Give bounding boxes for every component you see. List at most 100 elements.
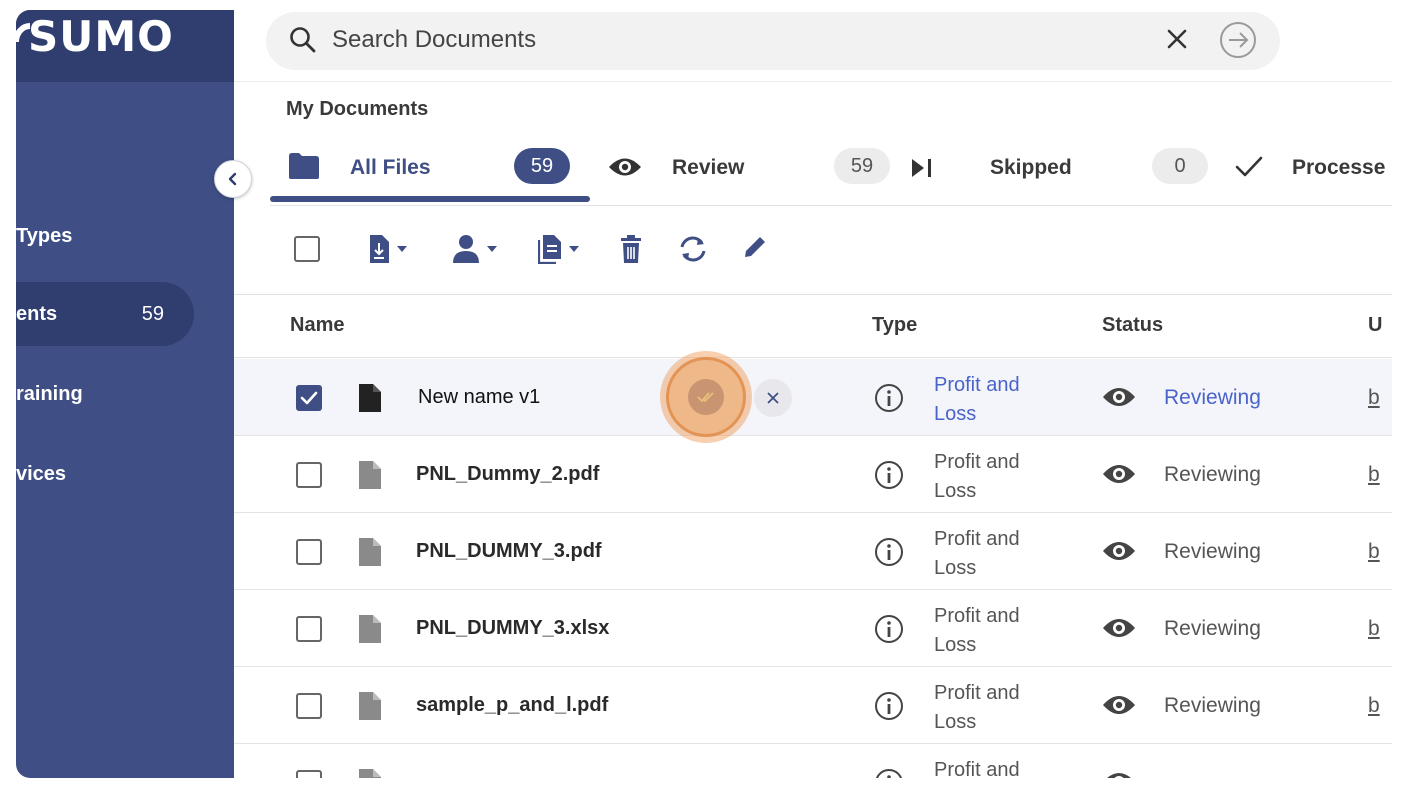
sidebar-item-training[interactable]: raining xyxy=(16,362,194,426)
document-type-menu-button[interactable] xyxy=(538,234,580,264)
document-type: Profit and Loss xyxy=(934,525,1020,583)
tab-label: Skipped xyxy=(990,156,1072,179)
row-checkbox[interactable] xyxy=(296,693,322,719)
eye-icon xyxy=(1103,696,1135,714)
tab-label: Review xyxy=(672,156,745,179)
tab-count-badge: 0 xyxy=(1152,148,1208,184)
sidebar-item-label: vices xyxy=(16,462,67,485)
info-icon[interactable] xyxy=(874,383,904,413)
rename-input[interactable] xyxy=(402,375,650,419)
skip-icon xyxy=(912,159,931,177)
checkbox[interactable] xyxy=(296,462,322,488)
sidebar: SUMO Types ents 59 raining vices xyxy=(16,10,234,778)
info-icon[interactable] xyxy=(874,460,904,490)
column-header-uploader[interactable]: U xyxy=(1368,314,1382,337)
row-checkbox[interactable] xyxy=(296,385,322,411)
info-icon[interactable] xyxy=(874,691,904,721)
eye-icon xyxy=(609,158,641,176)
status-text: Reviewing xyxy=(1164,694,1261,717)
table-row[interactable]: PNL_DUMMY_3.pdf Profit and Loss Reviewin… xyxy=(234,513,1392,590)
uploader-link[interactable]: b xyxy=(1368,540,1380,564)
file-name[interactable]: PNL_Dummy_2.pdf xyxy=(416,463,599,486)
info-icon[interactable] xyxy=(874,768,904,778)
document-type-link[interactable]: Profit and Loss xyxy=(934,371,1020,429)
tab-skipped[interactable]: Skipped 0 xyxy=(898,140,1208,196)
bulk-actions-toolbar xyxy=(292,228,892,272)
eye-icon xyxy=(1103,542,1135,560)
sidebar-item-label: raining xyxy=(16,382,83,405)
tab-processed[interactable]: Processe xyxy=(1206,140,1392,196)
click-highlight xyxy=(666,357,746,437)
uploader-link[interactable]: b xyxy=(1368,386,1380,410)
assign-user-menu-button[interactable] xyxy=(452,234,498,264)
tab-all-files[interactable]: All Files 59 xyxy=(270,140,590,202)
submit-arrow-icon[interactable] xyxy=(1218,20,1258,60)
type-line: Loss xyxy=(934,557,977,579)
sidebar-item-documents[interactable]: ents 59 xyxy=(16,282,194,346)
column-header-type[interactable]: Type xyxy=(872,314,917,337)
tab-count-badge: 59 xyxy=(834,148,890,184)
file-name[interactable]: sample_p_and_l.pdf xyxy=(416,694,608,717)
close-icon[interactable] xyxy=(1162,24,1192,54)
checkbox[interactable] xyxy=(296,693,322,719)
sidebar-collapse-button[interactable] xyxy=(214,160,252,198)
type-line: Profit and xyxy=(934,682,1020,704)
file-icon xyxy=(359,692,381,720)
table-row[interactable]: Profit and xyxy=(234,744,1392,778)
row-checkbox[interactable] xyxy=(296,539,322,565)
checkbox-checked[interactable] xyxy=(296,385,322,411)
search-input[interactable] xyxy=(332,22,1092,58)
sidebar-item-label: Types xyxy=(16,224,73,247)
row-checkbox[interactable] xyxy=(296,770,322,778)
active-tab-indicator xyxy=(270,196,590,202)
checkbox[interactable] xyxy=(294,236,320,262)
file-icon xyxy=(359,615,381,643)
tab-label: Processe xyxy=(1292,156,1386,179)
checkbox[interactable] xyxy=(296,616,322,642)
file-icon xyxy=(359,769,381,778)
breadcrumb: My Documents xyxy=(286,98,429,120)
folder-icon xyxy=(289,153,319,179)
eye-icon xyxy=(1103,619,1135,637)
table-row[interactable]: PNL_Dummy_2.pdf Profit and Loss Reviewin… xyxy=(234,436,1392,513)
table-row[interactable]: Profit and Loss Reviewing b xyxy=(234,351,1392,443)
type-line: Profit and xyxy=(934,451,1020,473)
info-icon[interactable] xyxy=(874,614,904,644)
caret-down-icon xyxy=(569,246,579,252)
sidebar-item-types[interactable]: Types xyxy=(16,204,194,268)
edit-button[interactable] xyxy=(742,234,768,260)
app-window: SUMO Types ents 59 raining vices My xyxy=(16,10,1392,778)
cancel-rename-button[interactable] xyxy=(754,379,792,417)
checkbox[interactable] xyxy=(296,539,322,565)
search-bar xyxy=(266,12,1280,70)
document-type: Profit and Loss xyxy=(934,602,1020,660)
table-row[interactable]: PNL_DUMMY_3.xlsx Profit and Loss Reviewi… xyxy=(234,590,1392,667)
type-line: Loss xyxy=(934,403,977,425)
status-link[interactable]: Reviewing xyxy=(1164,386,1261,410)
trash-icon xyxy=(621,235,641,263)
sidebar-item-services[interactable]: vices xyxy=(16,442,194,506)
column-header-status[interactable]: Status xyxy=(1102,314,1163,337)
select-all-checkbox[interactable] xyxy=(294,236,320,262)
file-name[interactable]: PNL_DUMMY_3.xlsx xyxy=(416,617,609,640)
table-row[interactable]: sample_p_and_l.pdf Profit and Loss Revie… xyxy=(234,667,1392,744)
document-type: Profit and Loss xyxy=(934,679,1020,737)
uploader-link[interactable]: b xyxy=(1368,617,1380,641)
tab-label: All Files xyxy=(350,156,431,179)
info-icon[interactable] xyxy=(874,537,904,567)
refresh-button[interactable] xyxy=(678,234,708,264)
tab-review[interactable]: Review 59 xyxy=(590,140,898,196)
uploader-link[interactable]: b xyxy=(1368,694,1380,718)
checkbox[interactable] xyxy=(296,770,322,778)
uploader-link[interactable]: b xyxy=(1368,463,1380,487)
type-line: Profit and xyxy=(934,374,1020,396)
confirm-rename-button[interactable] xyxy=(660,351,752,443)
row-checkbox[interactable] xyxy=(296,462,322,488)
delete-button[interactable] xyxy=(620,234,642,264)
download-menu-button[interactable] xyxy=(368,234,408,264)
file-name[interactable]: PNL_DUMMY_3.pdf xyxy=(416,540,602,563)
row-checkbox[interactable] xyxy=(296,616,322,642)
eye-icon xyxy=(1107,773,1131,778)
status-text: Reviewing xyxy=(1164,540,1261,563)
column-header-name[interactable]: Name xyxy=(290,314,344,337)
